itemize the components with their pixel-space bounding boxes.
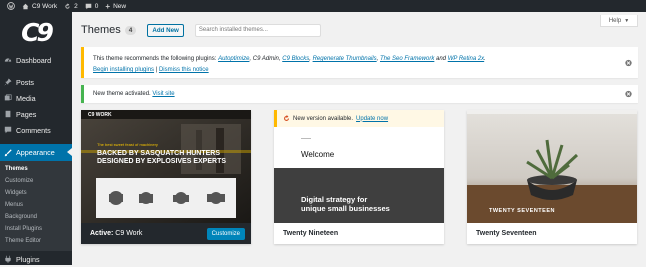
updates-link[interactable]: 2 [64,3,78,10]
sidebar-item-label: Pages [16,109,37,119]
media-icon [4,94,12,102]
comment-bubble-icon [85,3,92,9]
visit-site-link[interactable]: Visit site [152,91,174,97]
sidebar-item-label: Dashboard [16,55,52,65]
submenu-theme-editor[interactable]: Theme Editor [0,235,72,247]
active-prefix: Active: [90,230,114,237]
preview-tagline-line1: Digital strategy for [301,195,368,204]
comments-count: 0 [94,2,99,10]
preview-welcome: Welcome [301,150,335,159]
theme-name: C9 Work [115,230,143,237]
comments-link[interactable]: 0 [85,2,99,10]
caret-down-icon: ▼ [624,17,630,24]
sidebar-item-label: Media [16,93,36,103]
pages-icon [4,110,12,118]
site-name: C9 Work [32,2,58,10]
notice-text: This theme recommends the following plug… [93,56,217,62]
help-tab-button[interactable]: Help ▼ [600,15,638,27]
notice-text-c9admin: , C9 Admin, [249,56,283,62]
preview-headline-line2: DESIGNED BY EXPLOSIVES EXPERTS [97,158,227,165]
page-header: Themes 4 Add New Search installed themes… [81,23,321,37]
main-content: Help ▼ Themes 4 Add New Search installed… [72,12,646,265]
preview-headline: BACKED BY SASQUATCH HUNTERS DESIGNED BY … [97,150,226,166]
updates-count: 2 [74,2,78,10]
search-themes-input[interactable]: Search installed themes... [194,23,321,37]
theme-screenshot[interactable]: TWENTY SEVENTEEN [467,110,637,223]
submenu-widgets[interactable]: Widgets [0,187,72,199]
admin-bar: C9 Work 2 0 + New [0,0,646,12]
preview-headline-line1: BACKED BY SASQUATCH HUNTERS [97,150,221,157]
c9-work-preview-image [81,110,251,223]
pushpin-icon [4,78,12,86]
plugin-link-seo-framework[interactable]: The Seo Framework [380,56,434,62]
dismiss-icon[interactable] [625,59,632,66]
submenu-menus[interactable]: Menus [0,199,72,211]
admin-sidebar: C9 Dashboard Posts Media Pages Comments … [0,12,72,265]
notice-text: New theme activated. [93,91,151,97]
begin-installing-plugins-link[interactable]: Begin installing plugins [93,67,154,73]
plugin-link-wp-retina[interactable]: WP Retina 2x [448,56,484,62]
notice-sep: and [434,56,448,62]
preview-tag: The best sweet feast of machinery [97,142,158,147]
submenu-customize[interactable]: Customize [0,175,72,187]
sidebar-item-label: Posts [16,77,34,87]
customize-button[interactable]: Customize [206,227,245,240]
sidebar-item-pages[interactable]: Pages [0,106,72,122]
updates-icon [65,2,70,9]
home-icon [22,3,29,9]
sidebar-item-appearance[interactable]: Appearance [0,144,72,161]
help-label: Help [608,17,622,24]
sidebar-item-label: Comments [16,125,51,135]
theme-card-c9-work[interactable]: C9 WORK The best sweet feast of machiner… [81,110,251,244]
site-name-link[interactable]: C9 Work [22,3,57,10]
theme-card-twenty-seventeen[interactable]: TWENTY SEVENTEEN Twenty Seventeen [467,110,637,244]
active-theme-name: Active: C9 Work [90,230,142,237]
preview-brand: C9 WORK [88,112,112,118]
plugin-recommendation-notice: This theme recommends the following plug… [81,47,638,78]
plus-icon: + [105,1,111,11]
sidebar-item-label: Appearance [16,148,55,157]
dismiss-icon[interactable] [625,90,632,98]
site-logo: C9 [21,17,54,47]
update-now-link[interactable]: Update now [356,116,388,122]
preview-label: TWENTY SEVENTEEN [489,208,555,214]
new-label: New [113,2,127,10]
preview-rule [301,138,311,139]
sidebar-item-dashboard[interactable]: Dashboard [0,52,72,68]
paintbrush-icon [4,148,12,157]
dismiss-notice-link[interactable]: Dismiss this notice [159,67,209,73]
preview-tagline-line2: unique small businesses [301,204,390,213]
update-available-notice: New version available. Update now [274,110,444,127]
dashboard-icon [4,56,12,64]
theme-name: Twenty Nineteen [274,223,444,244]
notice-sep: . [484,56,486,62]
sidebar-item-comments[interactable]: Comments [0,122,72,138]
plugin-link-c9-blocks[interactable]: C9 Blocks [282,56,309,62]
active-theme-bar: Active: C9 Work Customize [81,223,251,244]
plugin-link-autoptimize[interactable]: Autoptimize [218,56,249,62]
plugin-link-regenerate-thumbnails[interactable]: Regenerate Thumbnails [313,56,377,62]
theme-count-badge: 4 [124,25,137,35]
sidebar-item-posts[interactable]: Posts [0,74,72,90]
preview-tagline: Digital strategy for unique small busine… [301,195,390,213]
sidebar-item-label: Plugins [16,254,40,264]
comments-icon [4,126,12,134]
update-icon [284,115,289,121]
appearance-submenu: Themes Customize Widgets Menus Backgroun… [0,161,72,251]
theme-screenshot[interactable]: C9 WORK The best sweet feast of machiner… [81,110,251,223]
plugin-icon [4,255,12,263]
theme-activated-notice: New theme activated. Visit site [81,85,638,103]
twenty-seventeen-preview-image [467,110,637,223]
theme-name: Twenty Seventeen [467,223,637,244]
page-title: Themes [81,24,121,36]
add-new-button[interactable]: Add New [147,23,184,37]
submenu-background[interactable]: Background [0,211,72,223]
theme-card-twenty-nineteen[interactable]: Welcome Digital strategy for unique smal… [274,110,444,244]
submenu-themes[interactable]: Themes [0,163,72,175]
sidebar-item-media[interactable]: Media [0,90,72,106]
new-content-link[interactable]: + New [105,2,126,11]
submenu-install-plugins[interactable]: Install Plugins [0,223,72,235]
wordpress-logo-icon[interactable] [7,2,15,10]
update-text: New version available. [293,115,354,122]
